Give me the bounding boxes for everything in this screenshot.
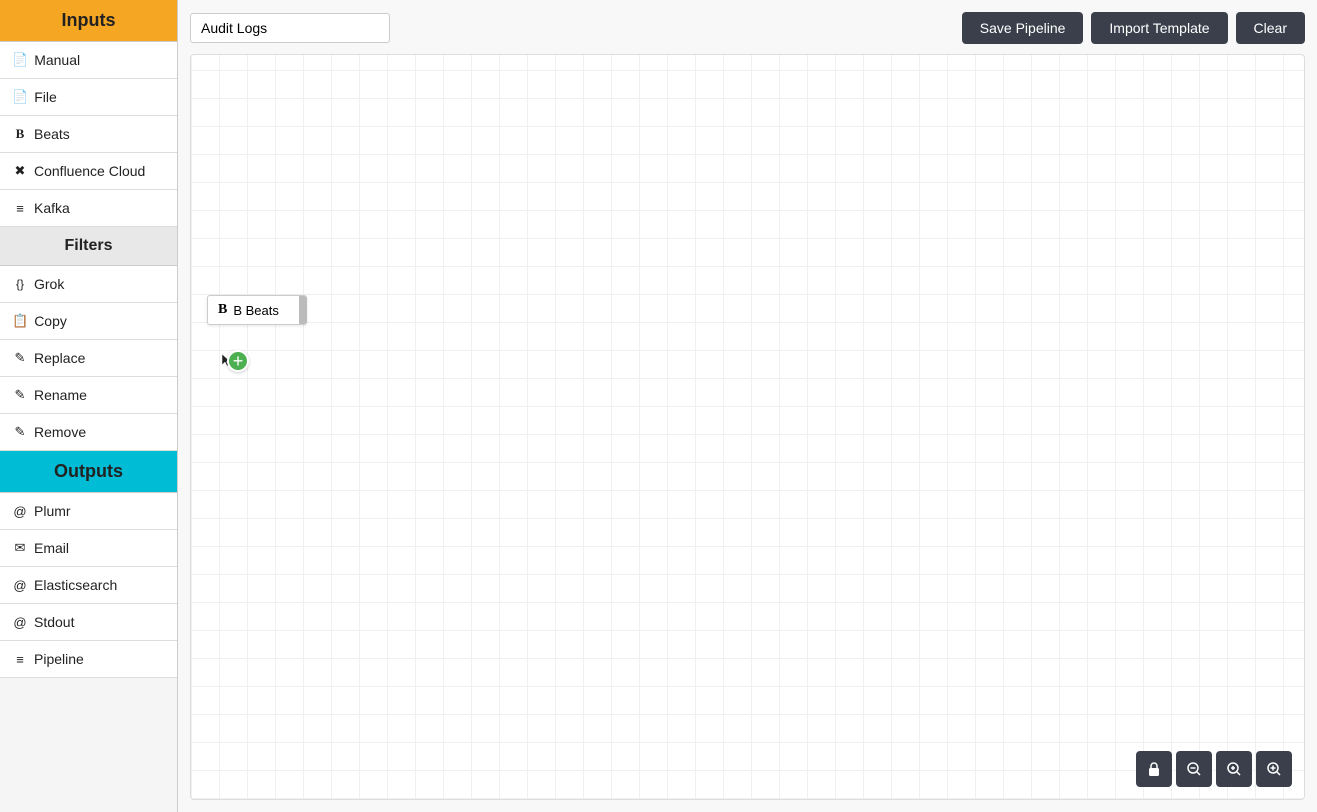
zoom-in-button[interactable] xyxy=(1256,751,1292,787)
sidebar-item-grok[interactable]: {} Grok xyxy=(0,266,177,303)
stdout-icon: @ xyxy=(12,615,28,630)
zoom-in-icon xyxy=(1266,761,1282,777)
remove-icon: ✎ xyxy=(12,424,28,440)
pipeline-name-input[interactable] xyxy=(190,13,390,43)
sidebar-item-confluence-label: Confluence Cloud xyxy=(34,163,145,179)
sidebar-item-file-label: File xyxy=(34,89,57,105)
beats-node-b-icon: B xyxy=(218,302,227,318)
inputs-header: Inputs xyxy=(0,0,177,42)
sidebar-item-remove[interactable]: ✎ Remove xyxy=(0,414,177,451)
sidebar-item-remove-label: Remove xyxy=(34,424,86,440)
sidebar-item-kafka-label: Kafka xyxy=(34,200,70,216)
sidebar-item-replace-label: Replace xyxy=(34,350,85,366)
sidebar-item-confluence[interactable]: ✖ Confluence Cloud xyxy=(0,153,177,190)
copy-icon: 📋 xyxy=(12,313,28,329)
sidebar-item-email[interactable]: ✉ Email xyxy=(0,530,177,567)
canvas-toolbar xyxy=(1136,751,1292,787)
manual-icon: 📄 xyxy=(12,52,28,68)
pipeline-icon: ≡ xyxy=(12,652,28,667)
sidebar-item-copy[interactable]: 📋 Copy xyxy=(0,303,177,340)
zoom-reset-icon xyxy=(1226,761,1242,777)
import-template-button[interactable]: Import Template xyxy=(1091,12,1227,44)
sidebar-item-rename[interactable]: ✎ Rename xyxy=(0,377,177,414)
file-icon: 📄 xyxy=(12,89,28,105)
add-node-button[interactable]: + xyxy=(227,350,249,372)
zoom-reset-button[interactable] xyxy=(1216,751,1252,787)
sidebar-item-copy-label: Copy xyxy=(34,313,67,329)
beats-node-drag-handle[interactable] xyxy=(299,296,307,324)
elasticsearch-icon: @ xyxy=(12,578,28,593)
filters-header: Filters xyxy=(0,227,177,266)
sidebar-item-manual[interactable]: 📄 Manual xyxy=(0,42,177,79)
rename-icon: ✎ xyxy=(12,387,28,403)
sidebar-item-email-label: Email xyxy=(34,540,69,556)
confluence-icon: ✖ xyxy=(12,163,28,179)
sidebar-item-replace[interactable]: ✎ Replace xyxy=(0,340,177,377)
plumr-icon: @ xyxy=(12,504,28,519)
email-icon: ✉ xyxy=(12,540,28,556)
zoom-out-icon xyxy=(1186,761,1202,777)
lock-icon xyxy=(1146,761,1162,777)
outputs-header: Outputs xyxy=(0,451,177,493)
save-pipeline-button[interactable]: Save Pipeline xyxy=(962,12,1084,44)
canvas-area[interactable]: B B Beats + xyxy=(190,54,1305,800)
top-bar: Save Pipeline Import Template Clear xyxy=(190,12,1305,44)
sidebar-item-manual-label: Manual xyxy=(34,52,80,68)
sidebar-item-elasticsearch-label: Elasticsearch xyxy=(34,577,117,593)
sidebar: Inputs 📄 Manual 📄 File B Beats ✖ Conflue… xyxy=(0,0,178,812)
sidebar-item-kafka[interactable]: ≡ Kafka xyxy=(0,190,177,227)
sidebar-item-grok-label: Grok xyxy=(34,276,64,292)
kafka-icon: ≡ xyxy=(12,201,28,216)
sidebar-item-stdout[interactable]: @ Stdout xyxy=(0,604,177,641)
beats-node-label: B Beats xyxy=(233,303,279,318)
grok-icon: {} xyxy=(12,277,28,291)
sidebar-item-elasticsearch[interactable]: @ Elasticsearch xyxy=(0,567,177,604)
sidebar-item-plumr[interactable]: @ Plumr xyxy=(0,493,177,530)
clear-button[interactable]: Clear xyxy=(1236,12,1305,44)
beats-node[interactable]: B B Beats xyxy=(207,295,307,325)
beats-icon: B xyxy=(12,126,28,142)
sidebar-item-beats[interactable]: B Beats xyxy=(0,116,177,153)
zoom-out-button[interactable] xyxy=(1176,751,1212,787)
lock-button[interactable] xyxy=(1136,751,1172,787)
replace-icon: ✎ xyxy=(12,350,28,366)
sidebar-item-pipeline[interactable]: ≡ Pipeline xyxy=(0,641,177,678)
sidebar-item-file[interactable]: 📄 File xyxy=(0,79,177,116)
main-area: Save Pipeline Import Template Clear B B … xyxy=(178,0,1317,812)
sidebar-item-beats-label: Beats xyxy=(34,126,70,142)
sidebar-item-plumr-label: Plumr xyxy=(34,503,71,519)
sidebar-item-stdout-label: Stdout xyxy=(34,614,74,630)
sidebar-item-rename-label: Rename xyxy=(34,387,87,403)
sidebar-item-pipeline-label: Pipeline xyxy=(34,651,84,667)
